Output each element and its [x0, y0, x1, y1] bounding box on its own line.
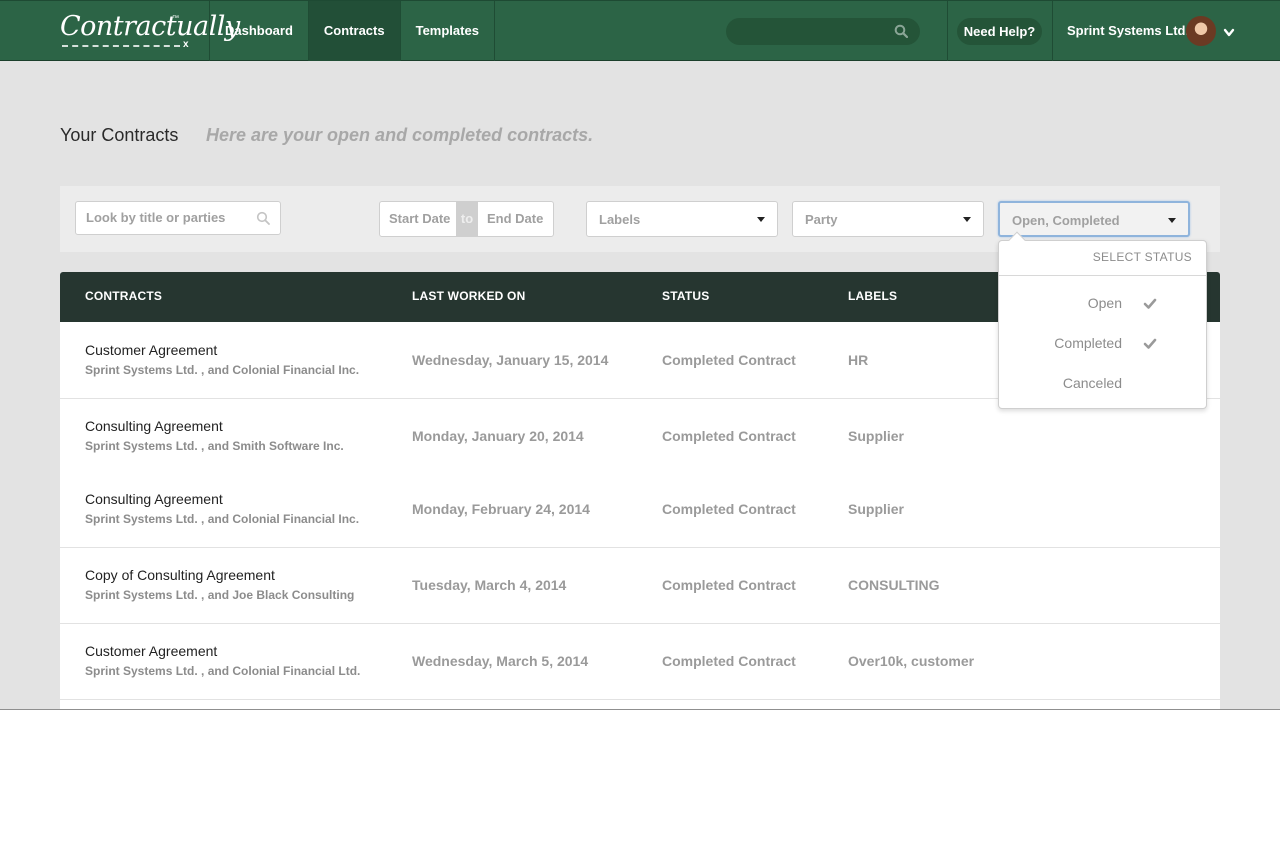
search-icon: [256, 211, 270, 230]
caret-down-icon: [1168, 218, 1176, 223]
end-date-box: [478, 202, 553, 236]
page-title: Your Contracts: [60, 125, 179, 145]
column-header-contracts[interactable]: CONTRACTS: [85, 289, 162, 303]
column-header-last-worked-on[interactable]: LAST WORKED ON: [412, 289, 525, 303]
logo-dashed-underline: [62, 45, 180, 47]
contract-status: Completed Contract: [662, 653, 796, 669]
contract-title: Customer Agreement: [85, 342, 218, 358]
table-row[interactable]: [60, 700, 1220, 709]
chevron-down-icon[interactable]: [1223, 25, 1235, 43]
table-row[interactable]: Consulting Agreement Sprint Systems Ltd.…: [60, 399, 1220, 472]
logo-trademark: ™: [172, 15, 179, 22]
table-row[interactable]: Consulting Agreement Sprint Systems Ltd.…: [60, 472, 1220, 548]
topbar-divider: [947, 1, 948, 61]
contract-title: Consulting Agreement: [85, 418, 223, 434]
status-select[interactable]: Open, Completed: [998, 201, 1190, 237]
need-help-button[interactable]: Need Help?: [957, 18, 1042, 45]
contract-labels: CONSULTING: [848, 577, 940, 593]
account-name[interactable]: Sprint Systems Ltd.: [1067, 1, 1189, 61]
status-dropdown-menu: SELECT STATUS Open Completed Canceled: [998, 231, 1207, 409]
table-row[interactable]: Copy of Consulting Agreement Sprint Syst…: [60, 548, 1220, 624]
date-range-filter: to: [379, 201, 554, 237]
contract-parties: Sprint Systems Ltd. , and Colonial Finan…: [85, 664, 361, 678]
nav-dashboard[interactable]: Dashboard: [210, 1, 309, 61]
last-worked-on: Wednesday, January 15, 2014: [412, 352, 609, 368]
contract-search-input[interactable]: [86, 210, 246, 225]
start-date-box: [380, 202, 456, 236]
labels-select[interactable]: Labels: [586, 201, 778, 237]
end-date-input[interactable]: [487, 211, 553, 226]
contract-parties: Sprint Systems Ltd. , and Colonial Finan…: [85, 512, 360, 526]
contractually-logo[interactable]: Contractually ™ x: [60, 9, 240, 53]
caret-down-icon: [757, 217, 765, 222]
contract-labels: Supplier: [848, 501, 905, 517]
contract-search-box: [75, 201, 281, 235]
last-worked-on: Monday, February 24, 2014: [412, 501, 590, 517]
contract-title: Consulting Agreement: [85, 491, 223, 507]
check-icon: [1143, 297, 1157, 315]
main-nav: Dashboard Contracts Templates: [209, 1, 495, 61]
contract-labels: Over10k, customer: [848, 653, 975, 669]
avatar[interactable]: [1186, 16, 1216, 46]
contract-parties: Sprint Systems Ltd. , and Smith Software…: [85, 439, 344, 453]
contract-parties: Sprint Systems Ltd. , and Colonial Finan…: [85, 363, 360, 377]
table-row[interactable]: Customer Agreement Sprint Systems Ltd. ,…: [60, 624, 1220, 700]
last-worked-on: Wednesday, March 5, 2014: [412, 653, 589, 669]
dropdown-divider: [999, 275, 1206, 276]
last-worked-on: Monday, January 20, 2014: [412, 428, 584, 444]
contract-status: Completed Contract: [662, 501, 796, 517]
global-search-input[interactable]: [726, 18, 920, 45]
caret-down-icon: [963, 217, 971, 222]
top-navigation-bar: Contractually ™ x Dashboard Contracts Te…: [0, 0, 1280, 61]
dropdown-heading: SELECT STATUS: [1092, 250, 1192, 264]
status-select-value: Open, Completed: [1012, 213, 1120, 228]
date-to-separator: to: [456, 202, 478, 236]
status-option-canceled[interactable]: Canceled: [999, 363, 1206, 403]
nav-contracts[interactable]: Contracts: [308, 1, 401, 61]
status-option-label: Open: [1087, 295, 1122, 311]
app-window: Contractually ™ x Dashboard Contracts Te…: [0, 0, 1280, 710]
topbar-divider: [1052, 1, 1053, 61]
contract-status: Completed Contract: [662, 352, 796, 368]
last-worked-on: Tuesday, March 4, 2014: [412, 577, 567, 593]
party-select[interactable]: Party: [792, 201, 984, 237]
contract-labels: Supplier: [848, 428, 905, 444]
contract-title: Copy of Consulting Agreement: [85, 567, 275, 583]
contract-parties: Sprint Systems Ltd. , and Joe Black Cons…: [85, 588, 355, 602]
status-option-open[interactable]: Open: [999, 283, 1206, 323]
search-icon: [894, 24, 909, 43]
contract-status: Completed Contract: [662, 428, 796, 444]
logo-x-mark: x: [183, 39, 189, 50]
labels-select-value: Labels: [599, 212, 641, 227]
nav-templates[interactable]: Templates: [401, 1, 495, 61]
contract-labels: HR: [848, 352, 869, 368]
column-header-status[interactable]: STATUS: [662, 289, 709, 303]
status-option-label: Completed: [1054, 335, 1122, 351]
start-date-input[interactable]: [389, 211, 455, 226]
contract-title: Customer Agreement: [85, 643, 218, 659]
check-icon: [1143, 337, 1157, 355]
status-option-label: Canceled: [1062, 375, 1122, 391]
contract-status: Completed Contract: [662, 577, 796, 593]
column-header-labels[interactable]: LABELS: [848, 289, 897, 303]
status-option-completed[interactable]: Completed: [999, 323, 1206, 363]
page-subtitle: Here are your open and completed contrac…: [206, 125, 594, 145]
party-select-value: Party: [805, 212, 838, 227]
